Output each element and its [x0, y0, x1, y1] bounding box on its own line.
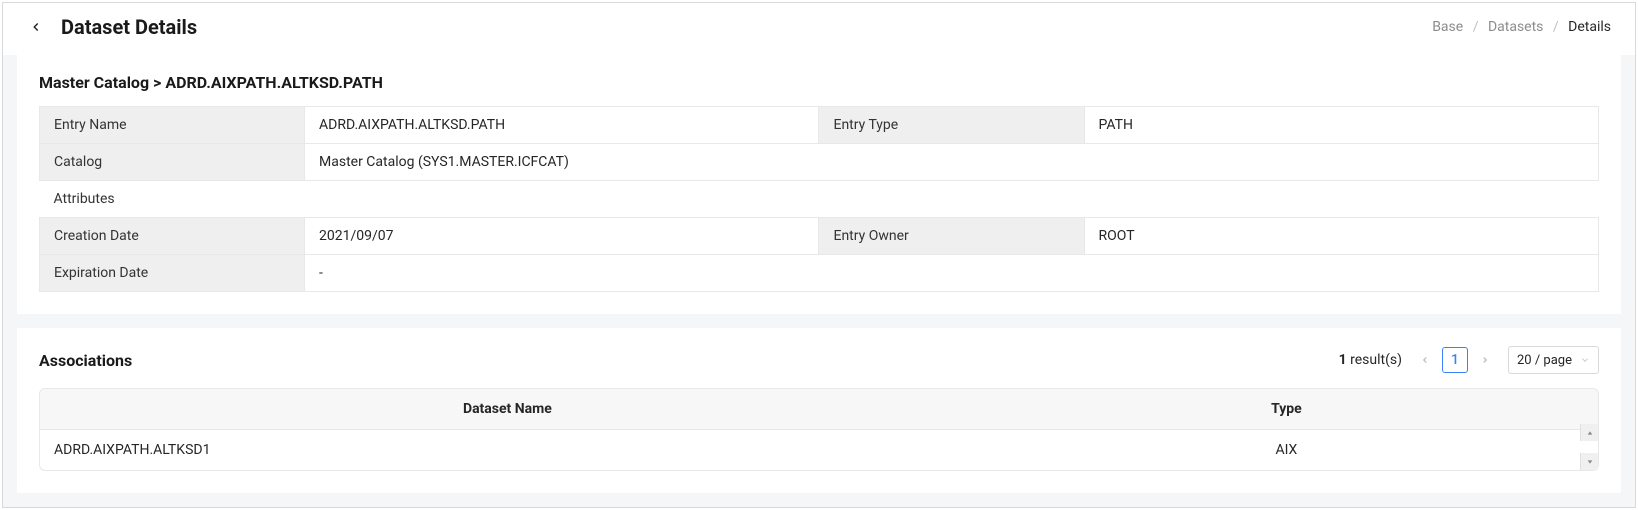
pager-page-1[interactable]: 1 — [1442, 347, 1468, 373]
back-icon[interactable] — [27, 18, 45, 36]
entry-name-label: Entry Name — [40, 107, 305, 144]
dataset-name-cell: ADRD.AIXPATH.ALTKSD1 — [40, 430, 975, 470]
breadcrumb-separator: / — [1473, 19, 1479, 35]
column-header-dataset-name: Dataset Name — [40, 389, 975, 430]
catalog-label: Catalog — [40, 144, 305, 181]
table-row: Expiration Date - — [40, 255, 1599, 292]
table-row: Creation Date 2021/09/07 Entry Owner ROO… — [40, 218, 1599, 255]
breadcrumb-separator: / — [1553, 19, 1559, 35]
table-row: Catalog Master Catalog (SYS1.MASTER.ICFC… — [40, 144, 1599, 181]
table-row[interactable]: ADRD.AIXPATH.ALTKSD1AIX — [40, 430, 1598, 470]
breadcrumb-current: Details — [1568, 19, 1611, 35]
detail-table: Entry Name ADRD.AIXPATH.ALTKSD.PATH Entr… — [39, 106, 1599, 292]
detail-section-title: Master Catalog > ADRD.AIXPATH.ALTKSD.PAT… — [39, 73, 1599, 92]
scroll-up-button[interactable] — [1580, 424, 1598, 441]
pager-next-button[interactable] — [1472, 347, 1498, 373]
page-size-label: 20 / page — [1517, 353, 1572, 368]
entry-name-value: ADRD.AIXPATH.ALTKSD.PATH — [305, 107, 819, 144]
chevron-down-icon — [1580, 355, 1590, 365]
breadcrumb-item[interactable]: Base — [1432, 19, 1463, 35]
page-size-select[interactable]: 20 / page — [1508, 346, 1599, 374]
page-title: Dataset Details — [61, 15, 197, 39]
entry-type-value: PATH — [1084, 107, 1599, 144]
result-count-suffix: result(s) — [1347, 352, 1402, 368]
section-title-prefix: Master Catalog > — [39, 73, 165, 92]
creation-date-value: 2021/09/07 — [305, 218, 819, 255]
expiration-date-value: - — [305, 255, 1599, 292]
result-count-number: 1 — [1339, 352, 1347, 368]
pager-prev-button[interactable] — [1412, 347, 1438, 373]
entry-owner-value: ROOT — [1084, 218, 1599, 255]
expiration-date-label: Expiration Date — [40, 255, 305, 292]
creation-date-label: Creation Date — [40, 218, 305, 255]
table-row: Attributes — [40, 181, 1599, 218]
dataset-type-cell: AIX — [975, 430, 1598, 470]
attributes-header: Attributes — [40, 181, 1599, 218]
entry-type-label: Entry Type — [819, 107, 1084, 144]
catalog-value: Master Catalog (SYS1.MASTER.ICFCAT) — [305, 144, 1599, 181]
breadcrumb-item[interactable]: Datasets — [1488, 19, 1543, 35]
associations-title: Associations — [39, 351, 132, 370]
breadcrumb: Base / Datasets / Details — [1432, 19, 1611, 35]
result-count: 1 result(s) — [1339, 352, 1402, 368]
section-title-name: ADRD.AIXPATH.ALTKSD.PATH — [165, 73, 383, 92]
entry-owner-label: Entry Owner — [819, 218, 1084, 255]
pagination: 1 — [1412, 347, 1498, 373]
column-header-type: Type — [975, 389, 1598, 430]
associations-table: Dataset Name Type ADRD.AIXPATH.ALTKSD1AI… — [39, 388, 1599, 471]
scroll-down-button[interactable] — [1580, 453, 1598, 470]
table-row: Entry Name ADRD.AIXPATH.ALTKSD.PATH Entr… — [40, 107, 1599, 144]
